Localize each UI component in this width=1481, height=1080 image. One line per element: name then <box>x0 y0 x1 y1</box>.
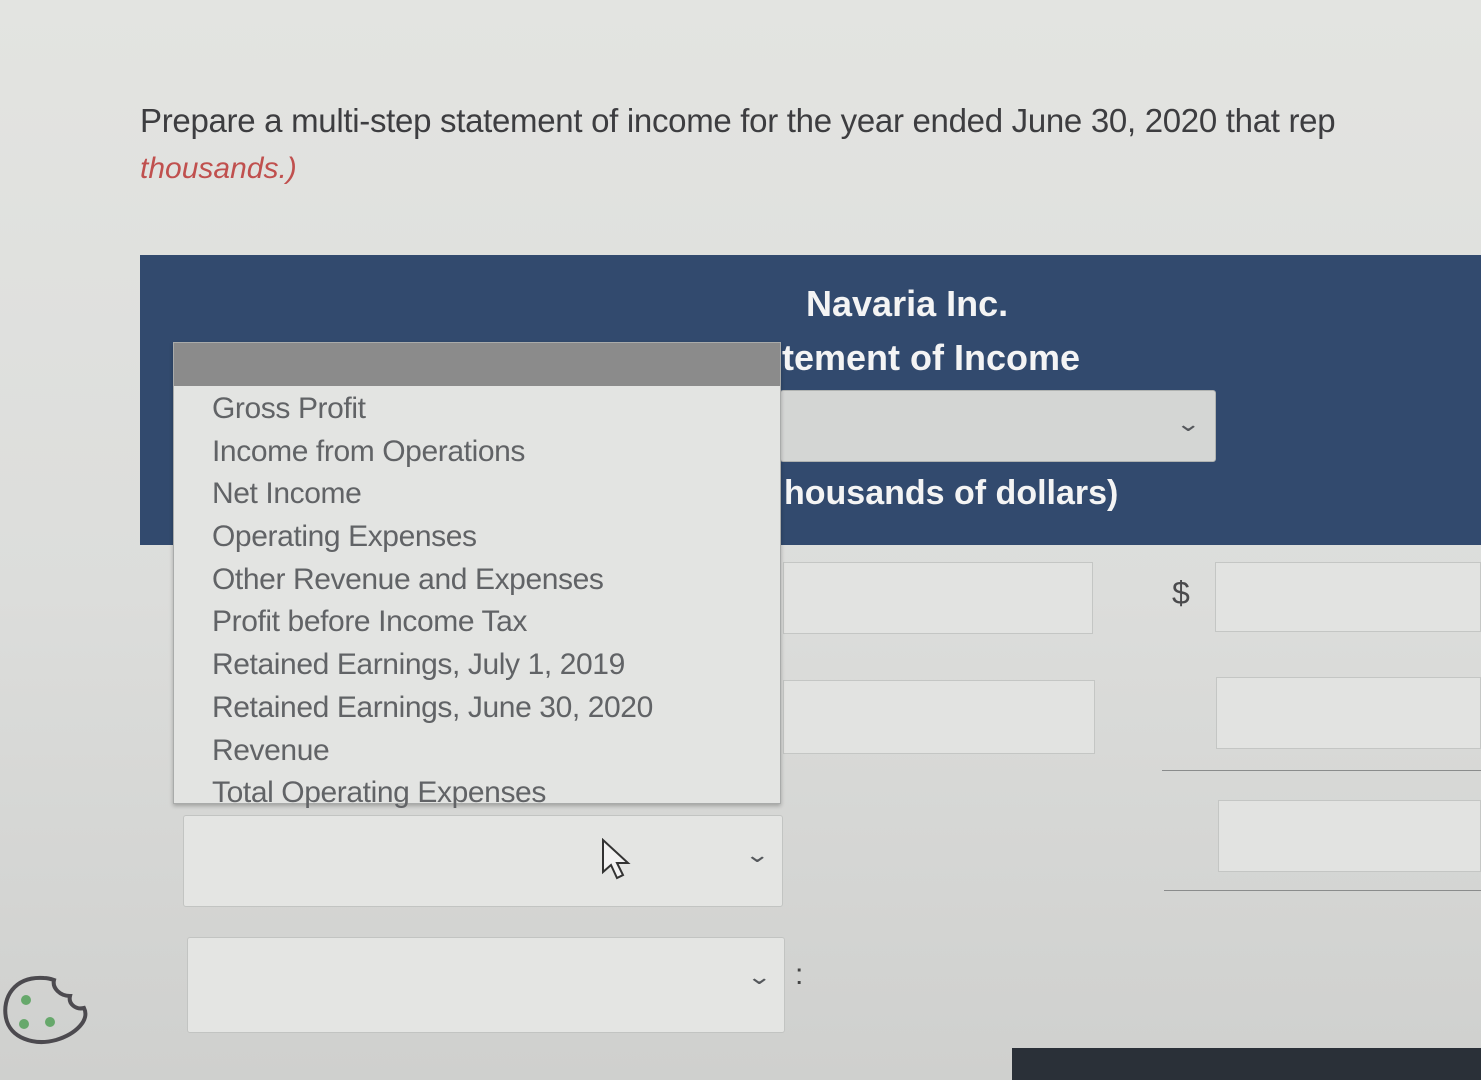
instruction-text: Prepare a multi-step statement of income… <box>140 102 1336 139</box>
row-colon: : <box>795 958 804 991</box>
dropdown-option[interactable]: Retained Earnings, July 1, 2019 <box>212 647 653 690</box>
amount-input-col1-row1[interactable] <box>783 562 1093 634</box>
company-name: Navaria Inc. <box>806 283 1009 324</box>
mouse-pointer-icon <box>600 837 640 885</box>
chevron-down-icon: ⌄ <box>745 964 772 989</box>
total-rule <box>1164 890 1481 891</box>
units-label: housands of dollars) <box>784 474 1119 512</box>
dropdown-option[interactable]: Other Revenue and Expenses <box>212 562 653 605</box>
instruction-note: thousands.) <box>140 152 297 185</box>
account-dropdown-list[interactable]: Gross Profit Income from Operations Net … <box>173 342 781 809</box>
dropdown-option[interactable]: Total Operating Expenses <box>212 775 653 818</box>
taskbar <box>1012 1048 1481 1080</box>
dropdown-option[interactable]: Retained Earnings, June 30, 2020 <box>212 690 653 733</box>
dropdown-option[interactable]: Revenue <box>212 733 653 776</box>
currency-symbol: $ <box>1172 575 1190 611</box>
dropdown-option[interactable]: Income from Operations <box>212 434 653 477</box>
period-select[interactable]: ⌄ <box>780 390 1216 462</box>
screen: Prepare a multi-step statement of income… <box>0 0 1481 1080</box>
subtotal-rule <box>1162 770 1481 771</box>
dropdown-options: Gross Profit Income from Operations Net … <box>212 391 653 818</box>
statement-title: tement of Income <box>782 337 1081 378</box>
amount-input-col1-row2[interactable] <box>783 680 1095 754</box>
amount-input-col2-row1[interactable] <box>1215 562 1481 632</box>
dropdown-option[interactable]: Profit before Income Tax <box>212 604 653 647</box>
amount-input-col2-row3[interactable] <box>1218 800 1481 872</box>
amount-input-col2-row2[interactable] <box>1216 677 1481 749</box>
account-select-row2[interactable]: ⌄ <box>187 937 785 1033</box>
chevron-down-icon: ⌄ <box>1174 411 1201 436</box>
dropdown-option[interactable]: Net Income <box>212 476 653 519</box>
account-select-row1[interactable]: ⌄ <box>183 815 783 907</box>
chevron-down-icon: ⌄ <box>743 842 770 867</box>
dropdown-option[interactable]: Operating Expenses <box>212 519 653 562</box>
cookie-icon[interactable] <box>0 970 94 1055</box>
dropdown-option[interactable]: Gross Profit <box>212 391 653 434</box>
dropdown-selected-option[interactable] <box>174 343 780 386</box>
